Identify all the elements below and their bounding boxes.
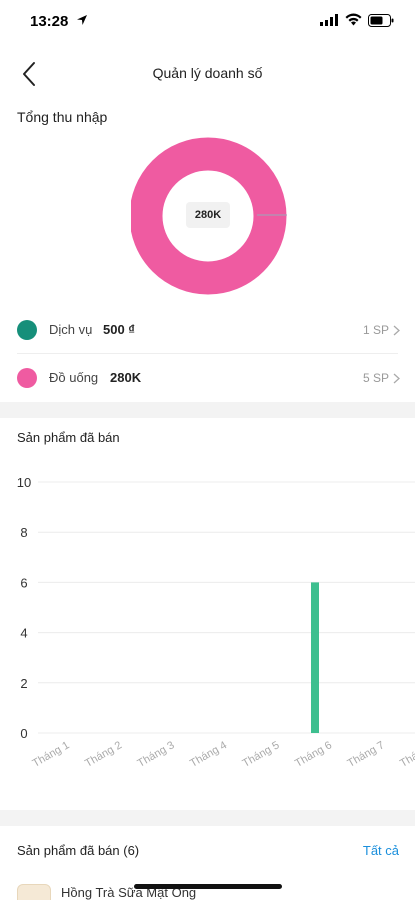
legend-dot-dich-vu [17, 320, 37, 340]
y-tick-label: 2 [20, 676, 27, 691]
chevron-right-icon [393, 325, 400, 336]
legend-value: 500 ₫ [103, 322, 135, 337]
location-arrow-icon [77, 15, 87, 25]
product-thumbnail [17, 884, 51, 900]
income-section-title: Tổng thu nhập [17, 109, 108, 125]
cellular-signal-icon [320, 14, 338, 26]
legend-value: 280K [110, 370, 142, 385]
section-separator [0, 810, 415, 826]
legend-name: Đồ uống [49, 370, 99, 385]
y-tick-label: 8 [20, 525, 27, 540]
legend-row-do-uong[interactable]: Đồ uống 280K 5 SP [0, 354, 415, 402]
see-all-link[interactable]: Tất cả [363, 843, 399, 858]
x-tick-label: Tháng 3 [136, 739, 177, 770]
home-indicator [134, 884, 282, 889]
donut-center-value: 280K [186, 202, 230, 228]
chevron-right-icon [393, 373, 400, 384]
sales-chart-title: Sản phẩm đã bán [17, 430, 120, 445]
sales-bar-chart: 0 2 4 6 8 10 Tháng 1 Tháng 2 Tháng 3 Tháng 4 Tháng… [17, 475, 415, 770]
x-tick-label: Tháng 8 [398, 739, 415, 770]
y-tick-label: 0 [20, 726, 27, 741]
x-tick-label: Tháng 7 [346, 739, 387, 770]
y-tick-label: 10 [17, 475, 31, 490]
legend-count: 1 SP [362, 323, 389, 337]
y-tick-label: 4 [20, 626, 27, 641]
x-tick-label: Tháng 1 [31, 739, 72, 770]
y-tick-label: 6 [20, 575, 27, 590]
x-tick-label: Tháng 5 [241, 739, 282, 770]
legend-dot-do-uong [17, 368, 37, 388]
legend-name: Dịch vụ [49, 322, 93, 337]
x-tick-label: Tháng 6 [293, 739, 334, 770]
wifi-icon [345, 13, 362, 26]
nav-bar: Quản lý doanh số [0, 52, 415, 96]
status-time: 13:28 [30, 13, 69, 30]
page-title: Quản lý doanh số [152, 65, 263, 81]
x-tick-label: Tháng 4 [188, 739, 229, 770]
x-tick-label: Tháng 2 [83, 739, 124, 770]
status-bar: 13:28 [0, 0, 415, 44]
legend-row-dich-vu[interactable]: Dịch vụ 500 ₫ 1 SP [0, 306, 415, 354]
products-header: Sản phẩm đã bán (6) [17, 843, 140, 858]
legend-count: 5 SP [362, 371, 389, 385]
battery-icon [368, 14, 394, 27]
bar [311, 582, 319, 733]
section-separator [0, 402, 415, 418]
